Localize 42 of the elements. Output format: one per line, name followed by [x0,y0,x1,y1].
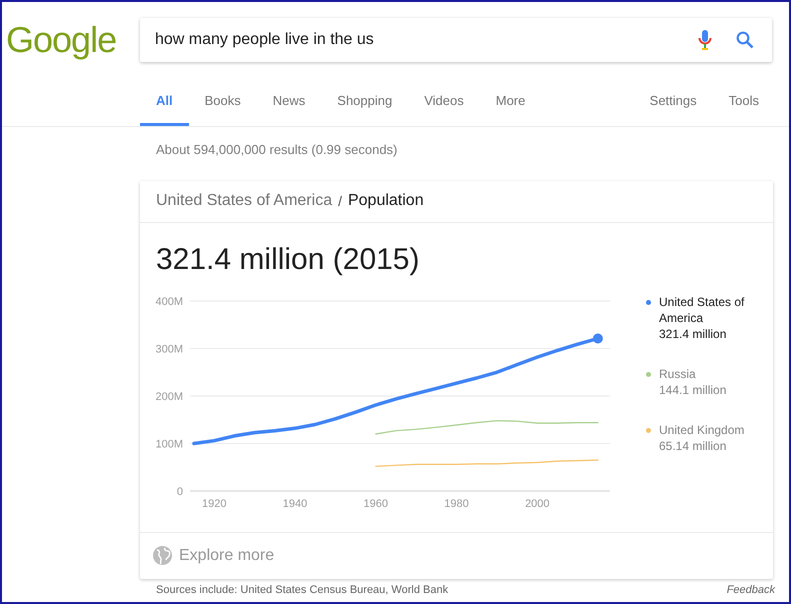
logo[interactable]: Google [6,19,116,60]
tab[interactable]: News [256,90,322,126]
legend-value: 321.4 million [659,326,728,342]
tab[interactable]: Shopping [321,90,408,126]
legend-value: 65.14 million [659,438,728,454]
x-tick-label: 1940 [282,498,308,510]
tools-link[interactable]: Tools [712,90,775,126]
search-input[interactable]: how many people live in the us [155,28,698,52]
legend-item[interactable]: United States of America 321.4 million [659,294,769,342]
search-icon[interactable] [736,31,754,49]
breadcrumb-current: Population [348,191,424,211]
search-field[interactable]: how many people live in the us [140,18,772,62]
microphone-icon[interactable] [698,29,712,51]
tab[interactable]: All [140,90,189,126]
x-tick-label: 1980 [444,498,469,510]
legend-name: Russia [659,366,697,382]
globe-icon [152,545,173,566]
legend-item[interactable]: Russia 144.1 million [659,366,769,398]
tab[interactable]: Books [188,90,257,126]
tab[interactable]: Videos [408,90,480,126]
legend-name: United Kingdom [659,422,746,438]
y-tick-label: 100M [155,438,183,450]
breadcrumb-separator: / [338,192,342,210]
data-point [592,333,603,344]
feedback-link[interactable]: Feedback [726,582,775,598]
sources-note: Sources include: United States Census Bureau, World Bank [156,582,448,598]
explore-more-link[interactable]: Explore more [179,544,274,568]
y-tick-label: 200M [155,390,183,402]
tools-link[interactable]: Settings [634,90,713,126]
tab[interactable]: More [480,90,542,126]
y-tick-label: 0 [176,486,183,498]
population-headline: 321.4 million (2015) [155,242,420,278]
x-tick-label: 1960 [364,498,388,510]
x-tick-label: 2000 [525,498,550,510]
breadcrumb-link[interactable]: United States of America [156,189,332,213]
result-stats: About 594,000,000 results (0.99 seconds) [156,141,398,159]
x-tick-label: 1920 [202,498,226,510]
y-tick-label: 400M [155,296,183,308]
legend-item[interactable]: United Kingdom 65.14 million [659,422,769,454]
legend-value: 144.1 million [659,382,728,398]
legend-name: United States of America [659,294,746,326]
y-tick-label: 300M [155,343,183,355]
